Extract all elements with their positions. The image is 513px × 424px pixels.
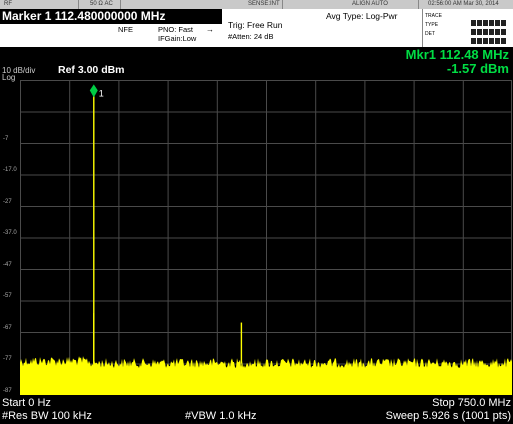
type-boxes (471, 22, 511, 35)
display-header: 10 dB/div Log Ref 3.00 dBm Mkr1 112.48 M… (0, 47, 513, 82)
spectrum-display[interactable]: 1 (20, 80, 512, 395)
stop-frequency: Stop 750.0 MHz (432, 397, 511, 409)
ref-level-label: Ref 3.00 dBm (58, 64, 125, 76)
trace-boxes (471, 13, 511, 26)
arrow-icon: → (206, 25, 214, 34)
input-label: NFE (118, 25, 133, 34)
marker-number-label: 1 (99, 88, 104, 98)
y-axis-tick-label: -57 (3, 293, 12, 299)
y-axis-tick-label: -67 (3, 324, 12, 331)
footer-bar: Start 0 Hz Stop 750.0 MHz #Res BW 100 kH… (0, 397, 513, 424)
status-rf: RF (4, 1, 12, 7)
marker-readout-frequency: Mkr1 112.48 MHz (405, 47, 509, 62)
status-align: ALIGN AUTO (352, 1, 388, 7)
y-axis-tick-label: -7 (3, 135, 9, 142)
marker-diamond-icon (89, 84, 98, 98)
sweep-info: Sweep 5.926 s (1001 pts) (385, 410, 511, 422)
trace-row-label: TRACE (425, 13, 442, 19)
y-axis-tick-label: -27 (3, 198, 12, 205)
trace-indicator: TRACE TYPE DET (422, 9, 513, 47)
spectrum-plot: 1 (20, 80, 512, 395)
y-axis-tick-label: -37.0 (3, 230, 17, 236)
y-axis-tick-label: -87 (3, 387, 12, 394)
status-strip: RF 50 Ω AC SENSE:INT ALIGN AUTO 02:56:00… (0, 0, 513, 9)
status-impedance: 50 Ω AC (90, 1, 113, 7)
pno-label: PNO: Fast (158, 25, 194, 34)
y-axis-tick-label: -47 (3, 261, 12, 268)
settings-bar: Marker 1 112.480000000 MHz NFE PNO: Fast… (0, 9, 513, 47)
start-frequency: Start 0 Hz (2, 397, 51, 409)
resolution-bandwidth: #Res BW 100 kHz (2, 410, 92, 422)
avg-type-label: Avg Type: Log-Pwr (326, 11, 398, 21)
y-axis-tick-label: -17.0 (3, 167, 17, 173)
status-sense: SENSE:INT (248, 1, 280, 7)
status-datetime: 02:56:00 AM Mar 30, 2014 (428, 1, 499, 7)
trigger-label: Trig: Free Run (228, 20, 283, 30)
det-boxes (471, 31, 511, 44)
y-axis-tick-label: -77 (3, 356, 12, 362)
attenuation-label: #Atten: 24 dB (228, 32, 274, 41)
type-row-label: TYPE (425, 22, 439, 28)
det-row-label: DET (425, 31, 435, 37)
video-bandwidth: #VBW 1.0 kHz (185, 410, 257, 422)
marker-readout-level: -1.57 dBm (446, 61, 509, 76)
scale-type-label: Log (2, 73, 16, 82)
marker-frequency-title[interactable]: Marker 1 112.480000000 MHz (0, 9, 222, 24)
ifgain-label: IFGain:Low (158, 34, 197, 43)
